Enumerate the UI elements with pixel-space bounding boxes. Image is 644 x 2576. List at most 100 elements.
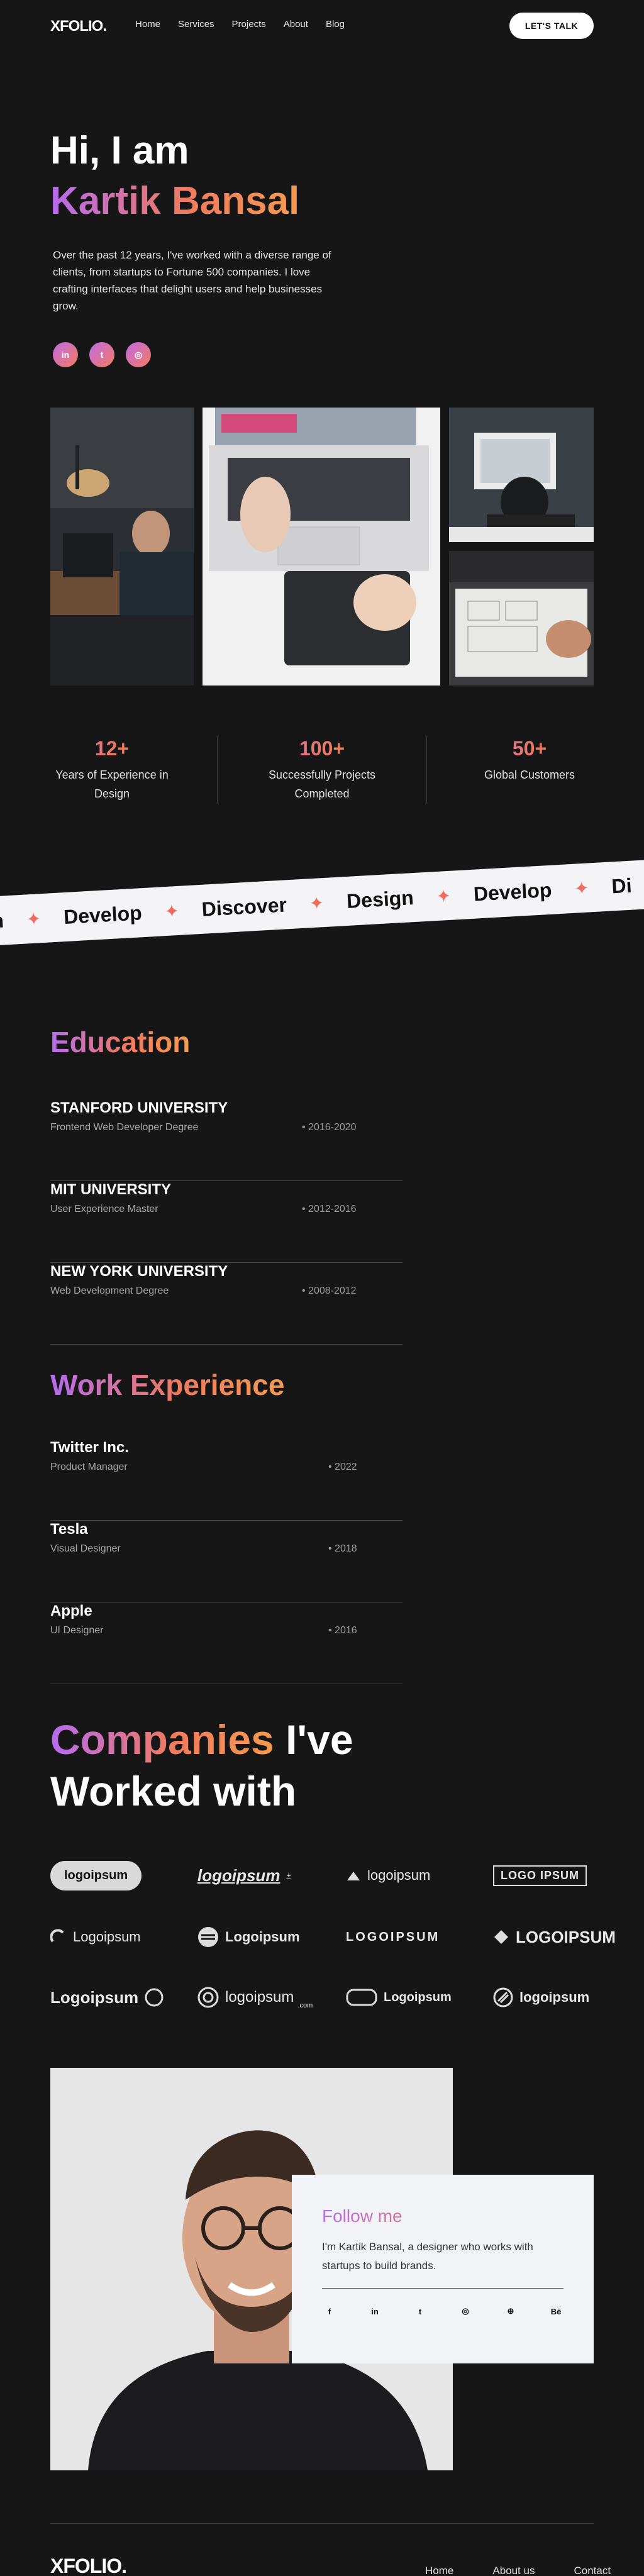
work-role: Product Manager (50, 1462, 128, 1472)
work-item: Apple UI Designer • 2016 (50, 1602, 402, 1684)
companies-title-line2: Worked with (50, 1768, 297, 1814)
footer-nav-contact[interactable]: Contact (574, 2565, 611, 2576)
work-role: UI Designer (50, 1625, 104, 1636)
company-logo: LOGOIPSUM (346, 1929, 440, 1944)
sparkle-icon: ✦ (574, 877, 590, 899)
stat-divider (217, 736, 218, 804)
education-title: Education (50, 1026, 191, 1058)
work-year: • 2018 (328, 1543, 357, 1554)
stat-customers: 50+ Global Customers (448, 737, 611, 784)
nav-services[interactable]: Services (178, 19, 214, 30)
logo-mark-icon (197, 1987, 219, 2008)
work-year: • 2016 (328, 1625, 357, 1636)
dribbble-icon[interactable]: ⊕ (503, 2304, 518, 2319)
company-logo: logoipsum (493, 1979, 589, 2016)
logo-mark-icon (346, 1988, 377, 2007)
logo-mark-icon (197, 1926, 219, 1948)
nav-home[interactable]: Home (135, 19, 160, 30)
photo-sketching-wireframes (449, 551, 594, 686)
facebook-icon[interactable]: f (322, 2304, 337, 2319)
skills-ribbon: gn ✦ Develop ✦ Discover ✦ Design ✦ Devel… (0, 843, 644, 962)
ribbon-band: gn ✦ Develop ✦ Discover ✦ Design ✦ Devel… (0, 858, 644, 947)
education-item: STANFORD UNIVERSITY Frontend Web Develop… (50, 1099, 402, 1181)
nav-blog[interactable]: Blog (326, 19, 345, 30)
hero-heading: Hi, I am Kartik Bansal (50, 126, 299, 226)
lets-talk-button[interactable]: LET'S TALK (509, 13, 594, 39)
stat-label: Global Customers (484, 769, 575, 781)
work-company: Tesla (50, 1521, 88, 1538)
education-degree: User Experience Master (50, 1204, 158, 1214)
logo-mark-icon (145, 1988, 164, 2007)
stat-value: 100+ (240, 737, 404, 760)
linkedin-icon[interactable]: in (367, 2304, 382, 2319)
main-nav: Home Services Projects About Blog (135, 19, 345, 30)
work-company: Twitter Inc. (50, 1439, 129, 1456)
ribbon-word: Di (611, 874, 633, 897)
sparkle-icon: ✦ (25, 908, 42, 929)
hero-socials: in t ◎ (53, 342, 151, 367)
stat-label: Successfully Projects Completed (268, 769, 376, 800)
follow-title: Follow me (322, 2206, 564, 2226)
twitter-icon[interactable]: t (89, 342, 114, 367)
hero-intro: Over the past 12 years, I've worked with… (53, 249, 331, 312)
education-degree: Frontend Web Developer Degree (50, 1122, 199, 1133)
work-role: Visual Designer (50, 1543, 121, 1554)
work-company: Apple (50, 1602, 92, 1619)
linkedin-icon[interactable]: in (53, 342, 78, 367)
companies-title-accent: Companies (50, 1716, 274, 1763)
companies-title-rest: I've (274, 1716, 353, 1763)
photo-man-at-monitor (449, 408, 594, 542)
company-logo: logoipsum + (197, 1865, 291, 1885)
logo-mark-icon (346, 1869, 361, 1882)
follow-divider (322, 2288, 564, 2289)
ribbon-word: Develop (63, 901, 143, 928)
education-item: MIT UNIVERSITY User Experience Master • … (50, 1181, 402, 1263)
nav-about[interactable]: About (284, 19, 308, 30)
company-logo: LOGO IPSUM (493, 1857, 587, 1894)
work-item: Tesla Visual Designer • 2018 (50, 1521, 402, 1602)
sparkle-icon: ✦ (435, 886, 452, 906)
education-school: STANFORD UNIVERSITY (50, 1099, 228, 1116)
footer-divider (50, 2523, 594, 2524)
photo-designer-at-desk (50, 408, 194, 686)
behance-icon[interactable]: Bē (548, 2304, 564, 2319)
education-school: MIT UNIVERSITY (50, 1181, 172, 1198)
stat-projects: 100+ Successfully Projects Completed (240, 737, 404, 803)
stat-experience: 12+ Years of Experience in Design (30, 737, 194, 803)
footer-nav-about[interactable]: About us (492, 2565, 535, 2576)
ribbon-word: Discover (201, 892, 287, 921)
hero-greeting: Hi, I am (50, 129, 189, 172)
education-years: • 2016-2020 (302, 1122, 357, 1133)
footer-nav: Home About us Contact (425, 2565, 611, 2576)
work-experience-title: Work Experience (50, 1368, 285, 1401)
ribbon-word: gn (0, 908, 4, 933)
education-item: NEW YORK UNIVERSITY Web Development Degr… (50, 1263, 402, 1345)
sparkle-icon: ✦ (164, 901, 180, 921)
instagram-icon[interactable]: ◎ (126, 342, 151, 367)
hero-name: Kartik Bansal (50, 176, 299, 226)
stat-divider (426, 736, 427, 804)
instagram-icon[interactable]: ◎ (458, 2304, 473, 2319)
nav-projects[interactable]: Projects (232, 19, 266, 30)
education-years: • 2012-2016 (302, 1204, 357, 1214)
twitter-icon[interactable]: t (413, 2304, 428, 2319)
footer-logo[interactable]: XFOLIO. (50, 2555, 127, 2576)
stat-value: 12+ (30, 737, 194, 760)
company-logo: LOGOIPSUM (493, 1918, 616, 1956)
follow-card: Follow me I'm Kartik Bansal, a designer … (292, 2175, 594, 2363)
logo-mark-icon (50, 1929, 67, 1945)
company-logo: Logoipsum (346, 1979, 452, 2016)
company-logo: logoipsum .com (197, 1979, 313, 2016)
stat-label: Years of Experience in Design (55, 769, 169, 800)
education-degree: Web Development Degree (50, 1285, 169, 1296)
ribbon-word: Design (346, 886, 414, 913)
photo-laptop-tablet (203, 408, 440, 686)
stat-value: 50+ (448, 737, 611, 760)
follow-text: I'm Kartik Bansal, a designer who works … (322, 2241, 533, 2272)
follow-icons: f in t ◎ ⊕ Bē (322, 2304, 564, 2319)
sparkle-icon: ✦ (308, 892, 325, 913)
footer-nav-home[interactable]: Home (425, 2565, 453, 2576)
company-logo: Logoipsum (197, 1918, 300, 1956)
site-logo[interactable]: XFOLIO. (50, 18, 107, 35)
company-logo: Logoipsum (50, 1979, 164, 2016)
